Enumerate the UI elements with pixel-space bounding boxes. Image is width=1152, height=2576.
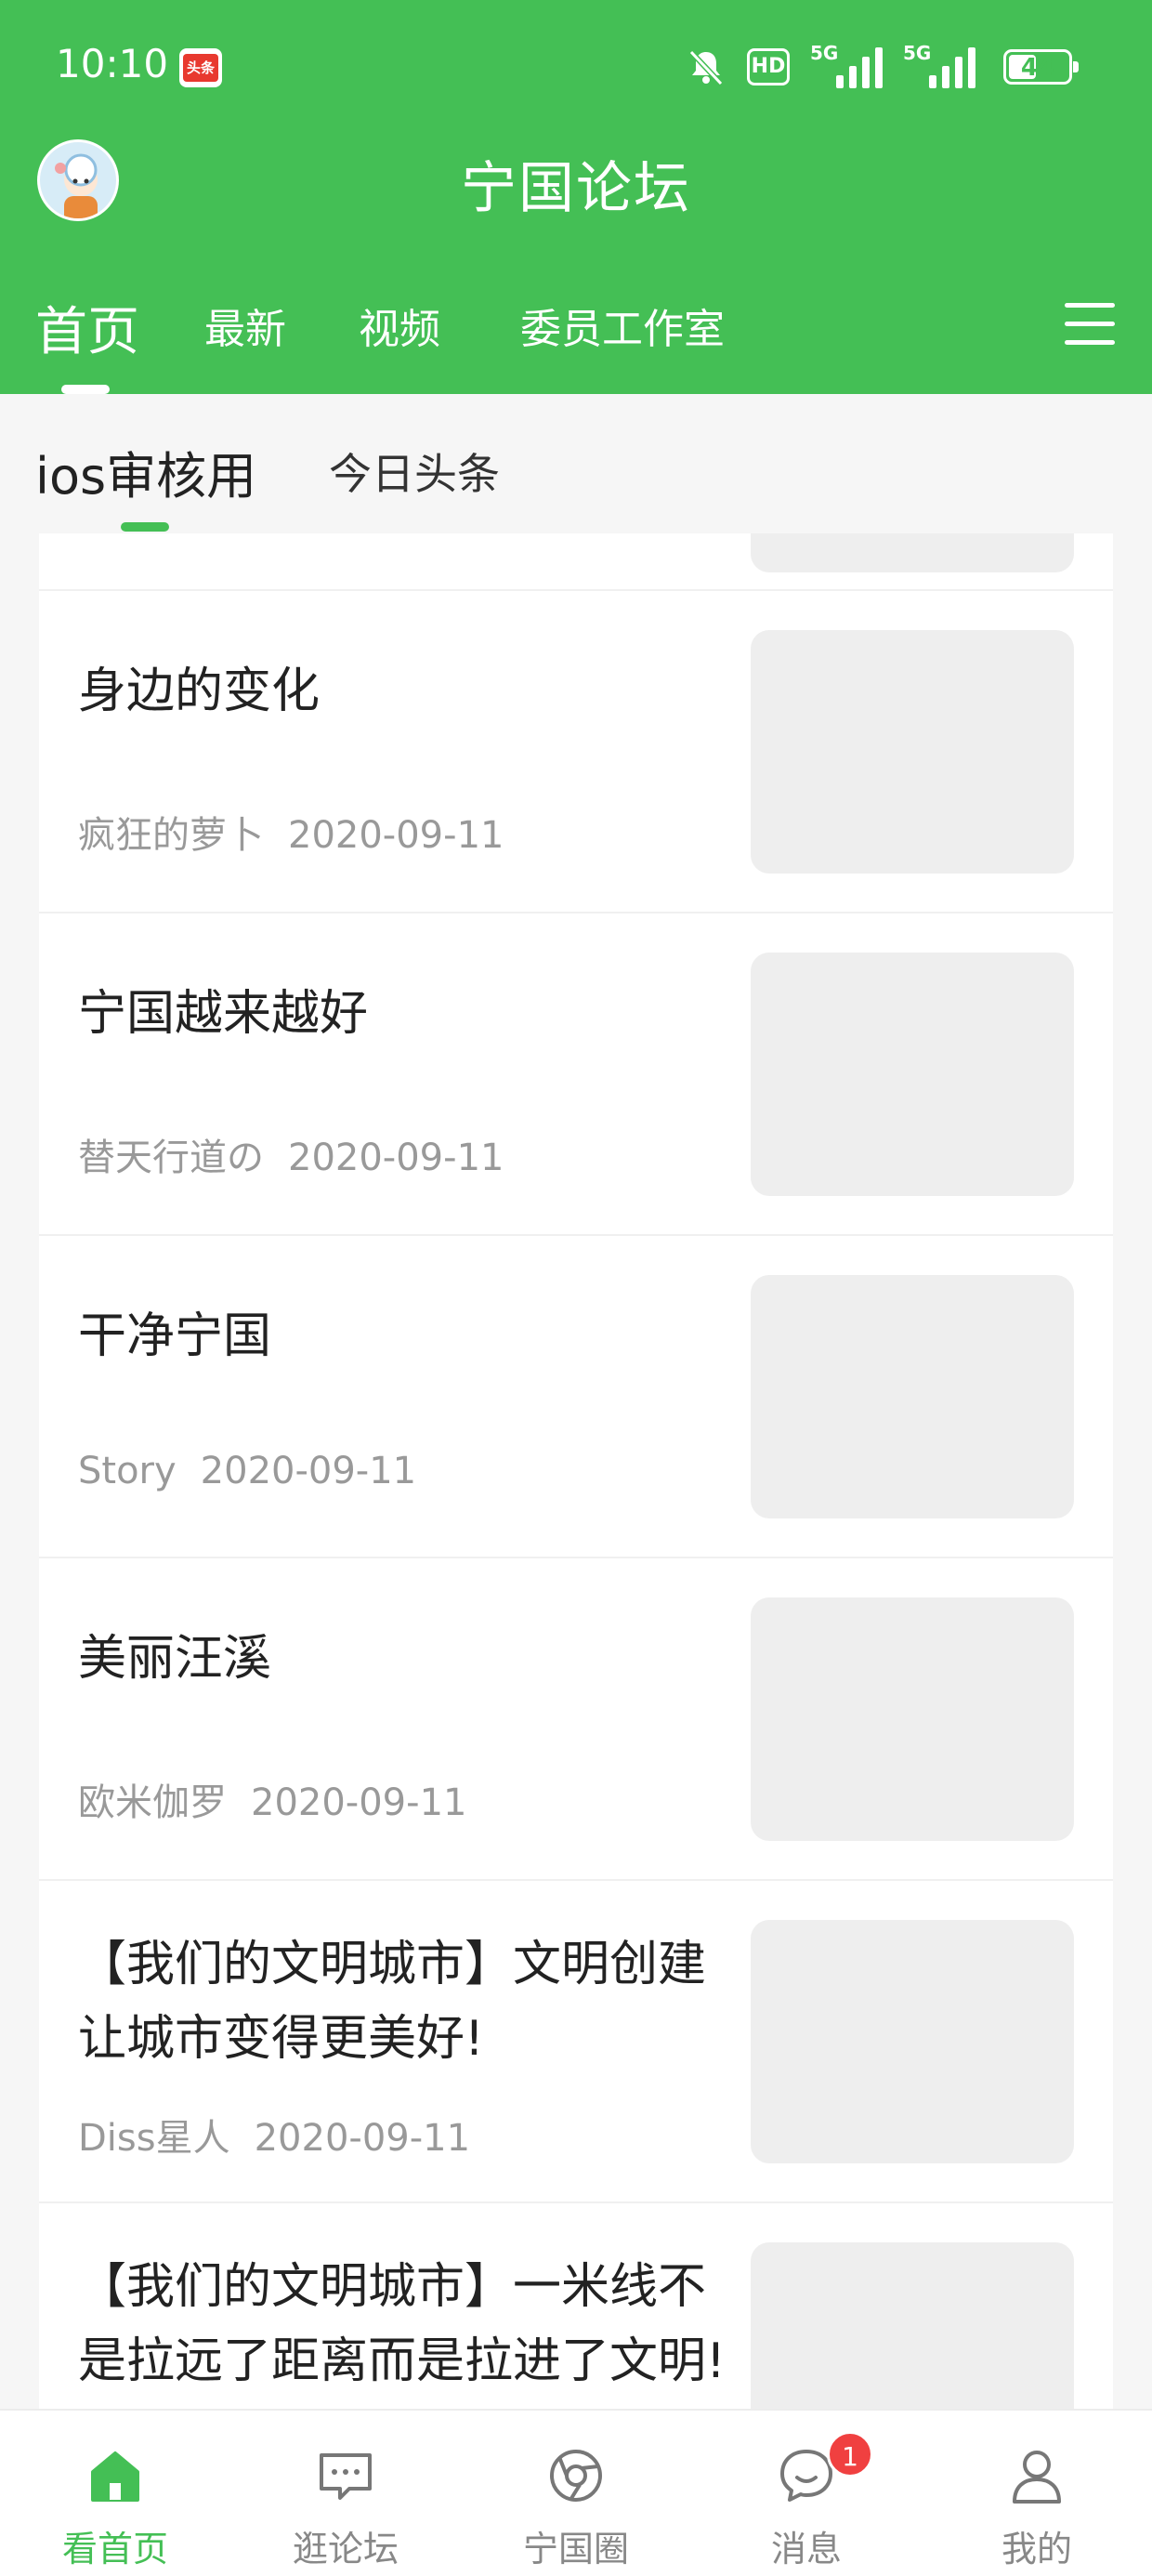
post-author: 替天行道の [78, 1137, 264, 1179]
post-title: 干净宁国 [78, 1308, 272, 1364]
status-icons: HD 5G 5G 44 [686, 42, 1079, 91]
toutiao-badge-label: 头条 [183, 54, 218, 82]
active-tab-indicator [61, 385, 110, 394]
post-thumbnail [751, 2242, 1074, 2409]
battery-icon: 44 [1003, 49, 1079, 85]
nav-home[interactable]: 看首页 [0, 2411, 230, 2576]
post-date: 2020-09-11 [200, 1450, 417, 1492]
post-thumbnail [751, 953, 1074, 1196]
tab-committee-studio[interactable]: 委员工作室 [520, 296, 725, 355]
post-author: Story [78, 1450, 177, 1492]
post-author: 欧米伽罗 [78, 1781, 227, 1824]
post-author: Diss星人 [78, 2117, 230, 2160]
circle-icon [550, 2450, 602, 2502]
message-count-badge: 1 [827, 2431, 873, 2477]
signal-5g-icon: 5G [810, 42, 883, 88]
list-item[interactable]: 干净宁国 Story 2020-09-11 [39, 1236, 1113, 1558]
post-title: 身边的变化 [78, 664, 321, 719]
active-subtab-indicator [121, 522, 169, 532]
list-item[interactable]: 宁国越来越好 替天行道の 2020-09-11 [39, 913, 1113, 1236]
list-item[interactable]: 美丽汪溪 欧米伽罗 2020-09-11 [39, 1558, 1113, 1881]
home-icon [91, 2451, 139, 2502]
nav-profile[interactable]: 我的 [922, 2411, 1152, 2576]
list-item[interactable]: 【我们的文明城市】文明创建让城市变得更美好! Diss星人 2020-09-11 [39, 1881, 1113, 2203]
signal-5g-icon: 5G [903, 42, 975, 88]
bottom-nav-bar: 看首页 逛论坛 宁国圈 1 消息 我的 [0, 2409, 1152, 2576]
post-title: 宁国越来越好 [78, 986, 369, 1042]
nav-ningguo-circle[interactable]: 宁国圈 [461, 2411, 691, 2576]
nav-forum[interactable]: 逛论坛 [230, 2411, 461, 2576]
post-thumbnail [751, 533, 1074, 572]
status-time: 10:10 [56, 41, 169, 86]
hamburger-menu-icon[interactable] [1065, 303, 1115, 346]
hd-icon: HD [747, 48, 790, 85]
tab-latest[interactable]: 最新 [204, 296, 286, 355]
post-meta: 欧米伽罗 2020-09-11 [78, 1772, 466, 1826]
signal-5g-label: 5G [810, 42, 839, 64]
post-meta: 替天行道の 2020-09-11 [78, 1127, 504, 1181]
nav-messages[interactable]: 1 消息 [691, 2411, 922, 2576]
nav-home-label: 看首页 [61, 2529, 168, 2569]
post-title: 美丽汪溪 [78, 1631, 272, 1687]
top-tab-bar: 首页 最新 视频 委员工作室 [0, 296, 1152, 394]
post-date: 2020-09-11 [288, 814, 504, 857]
post-thumbnail [751, 1920, 1074, 2163]
list-item[interactable]: 【我们的文明城市】一米线不是拉远了距离而是拉进了文明! [39, 2203, 1113, 2409]
post-meta: Story 2020-09-11 [78, 1450, 416, 1492]
post-date: 2020-09-11 [288, 1137, 504, 1179]
nav-forum-label: 逛论坛 [292, 2529, 399, 2569]
subtab-today-headlines[interactable]: 今日头条 [329, 440, 500, 502]
toutiao-notification-icon: 头条 [179, 48, 222, 87]
nav-messages-label: 消息 [770, 2529, 842, 2569]
list-item[interactable]: 身边的变化 疯狂的萝卜 2020-09-11 [39, 591, 1113, 913]
subtab-ios-review[interactable]: ios审核用 [35, 435, 256, 508]
page-title: 宁国论坛 [461, 156, 691, 221]
nav-circle-label: 宁国圈 [522, 2529, 629, 2569]
sub-tab-bar: ios审核用 今日头条 [0, 394, 1152, 533]
tab-home[interactable]: 首页 [35, 290, 139, 365]
battery-level: 44 [1020, 54, 1055, 82]
list-item[interactable] [39, 533, 1113, 591]
post-thumbnail [751, 1275, 1074, 1518]
tab-video[interactable]: 视频 [359, 296, 440, 355]
post-date: 2020-09-11 [254, 2117, 471, 2160]
post-thumbnail [751, 630, 1074, 874]
signal-5g-label: 5G [903, 42, 932, 64]
post-date: 2020-09-11 [251, 1781, 467, 1824]
bell-muted-icon [688, 49, 724, 86]
post-author: 疯狂的萝卜 [78, 814, 264, 857]
profile-icon [1013, 2451, 1061, 2504]
forum-icon [320, 2453, 372, 2500]
nav-profile-label: 我的 [1001, 2529, 1072, 2569]
post-feed: 身边的变化 疯狂的萝卜 2020-09-11 宁国越来越好 替天行道の 2020-0… [39, 533, 1113, 2409]
post-title: 【我们的文明城市】一米线不是拉远了距离而是拉进了文明! [78, 2259, 726, 2389]
post-thumbnail [751, 1597, 1074, 1841]
post-title: 【我们的文明城市】文明创建让城市变得更美好! [78, 1937, 707, 2067]
post-meta: Diss星人 2020-09-11 [78, 2108, 470, 2162]
post-meta: 疯狂的萝卜 2020-09-11 [78, 805, 504, 859]
app-header: 10:10 头条 HD 5G 5G 44 宁国论坛 首页 最新 视频 委员工作室 [0, 0, 1152, 394]
